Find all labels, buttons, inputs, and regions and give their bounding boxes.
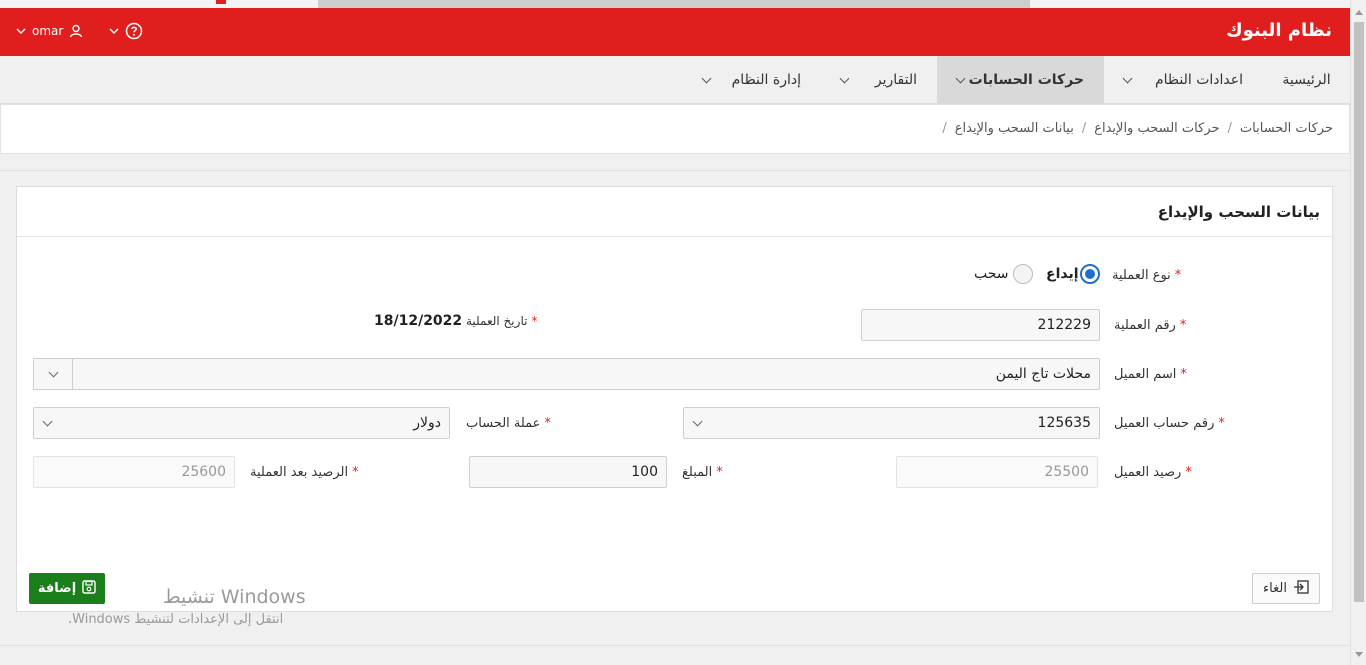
customer-balance-field: 25500 [896, 456, 1098, 488]
save-icon [82, 579, 96, 598]
amount-field[interactable]: 100 [469, 456, 667, 488]
account-currency-value: دولار [413, 415, 441, 431]
menu-item-reports[interactable]: التقارير [821, 56, 937, 104]
breadcrumb-separator: / [942, 121, 947, 136]
breadcrumb-bar: حركات الحسابات / حركات السحب والإيداع / … [0, 104, 1350, 154]
form-panel: بيانات السحب والإيداع [16, 186, 1333, 612]
help-menu-chevron-icon[interactable] [109, 26, 119, 36]
required-mark: * [716, 465, 723, 480]
menu-item-label: الرئيسية [1282, 72, 1331, 88]
menu-item-home[interactable]: الرئيسية [1263, 56, 1350, 104]
chevron-down-icon [48, 367, 59, 378]
required-mark: * [1174, 268, 1182, 283]
add-button-label: إضافة [37, 581, 77, 596]
scroll-up-icon[interactable] [1355, 10, 1363, 15]
browser-top-strip [0, 0, 1366, 16]
required-mark: * [1218, 416, 1225, 431]
breadcrumb-item[interactable]: حركات الحسابات [1240, 121, 1333, 136]
breadcrumb-separator: / [1227, 121, 1232, 136]
add-button[interactable]: إضافة [29, 573, 105, 604]
tab-indicator [216, 0, 226, 4]
menu-item-label: اعدادات النظام [1154, 72, 1243, 88]
chevron-down-icon [955, 73, 966, 83]
menu-item-label: حركات الحسابات [968, 72, 1084, 88]
help-circle-icon[interactable] [125, 22, 143, 40]
account-currency-label: *عملة الحساب [466, 416, 551, 431]
menu-item-system-settings[interactable]: اعدادات النظام [1104, 56, 1263, 104]
operation-date-value: 18/12/2022 [374, 313, 463, 329]
vertical-scrollbar[interactable] [1350, 0, 1366, 665]
chevron-down-icon [692, 416, 703, 427]
operation-date-label: *تاريخ العملية [466, 314, 538, 328]
balance-after-field: 25600 [33, 456, 235, 488]
windows-activation-subtitle: انتقل إلى الإعدادات لتنشيط Windows. [68, 612, 284, 627]
user-menu-chevron-icon[interactable] [16, 26, 26, 36]
account-currency-select[interactable]: دولار [33, 407, 450, 439]
menu-item-system-admin[interactable]: إدارة النظام [683, 56, 821, 104]
breadcrumb-separator: / [1081, 121, 1087, 136]
radio-withdraw-label[interactable]: سحب [974, 266, 1009, 282]
menu-item-label: التقارير [874, 72, 917, 88]
required-mark: * [544, 416, 551, 431]
radio-withdraw[interactable] [1013, 264, 1033, 284]
operation-number-field[interactable]: 212229 [861, 309, 1100, 341]
balance-after-label: *الرصيد بعد العملية [250, 465, 359, 480]
customer-account-label: *رقم حساب العميل [1114, 416, 1225, 431]
chevron-down-icon [839, 73, 850, 83]
user-name[interactable]: omar [32, 24, 63, 38]
radio-deposit[interactable] [1080, 264, 1100, 284]
panel-title: بيانات السحب والإيداع [1157, 203, 1320, 221]
app-title[interactable]: نظام البنوك [1226, 20, 1332, 41]
panel-divider [17, 236, 1332, 237]
customer-balance-label: *رصيد العميل [1114, 465, 1192, 480]
scrollbar-thumb[interactable] [1354, 22, 1364, 602]
required-mark: * [1185, 465, 1192, 480]
required-mark: * [1180, 367, 1187, 382]
customer-account-value: 125635 [1037, 415, 1091, 431]
operation-number-label: *رقم العملية [1114, 318, 1187, 333]
scroll-down-icon[interactable] [1355, 652, 1363, 657]
page-footer [0, 645, 1350, 665]
operation-type-label: *نوع العملية [1112, 268, 1182, 283]
app-header: نظام البنوك omar [0, 8, 1350, 56]
main-menubar: الرئيسية اعدادات النظام حركات الحسابات ا… [0, 56, 1350, 104]
divider [0, 170, 1350, 171]
breadcrumb-item: بيانات السحب والإيداع [954, 121, 1074, 136]
radio-deposit-label[interactable]: إيداع [1046, 266, 1079, 282]
customer-lov-button[interactable] [33, 358, 73, 390]
menu-item-label: إدارة النظام [731, 72, 801, 88]
amount-label: *المبلغ [682, 465, 723, 480]
required-mark: * [531, 314, 538, 328]
required-mark: * [1179, 318, 1187, 333]
customer-name-field[interactable]: محلات تاج اليمن [72, 358, 1100, 390]
breadcrumb: حركات الحسابات / حركات السحب والإيداع / … [942, 121, 1333, 136]
chevron-down-icon [42, 416, 53, 427]
cancel-button-label: الغاء [1263, 581, 1287, 596]
chevron-down-icon [701, 73, 712, 83]
customer-account-select[interactable]: 125635 [683, 407, 1100, 439]
chevron-down-icon [1122, 73, 1133, 83]
customer-name-label: *اسم العميل [1114, 367, 1187, 382]
exit-icon [1293, 579, 1309, 598]
user-nav: omar [16, 22, 143, 40]
required-mark: * [352, 465, 359, 480]
menu-item-account-movements[interactable]: حركات الحسابات [937, 56, 1104, 104]
windows-activation-title: تنشيط Windows [163, 586, 306, 608]
user-icon[interactable] [69, 24, 83, 38]
breadcrumb-item[interactable]: حركات السحب والإيداع [1094, 121, 1219, 136]
cancel-button[interactable]: الغاء [1252, 573, 1320, 604]
